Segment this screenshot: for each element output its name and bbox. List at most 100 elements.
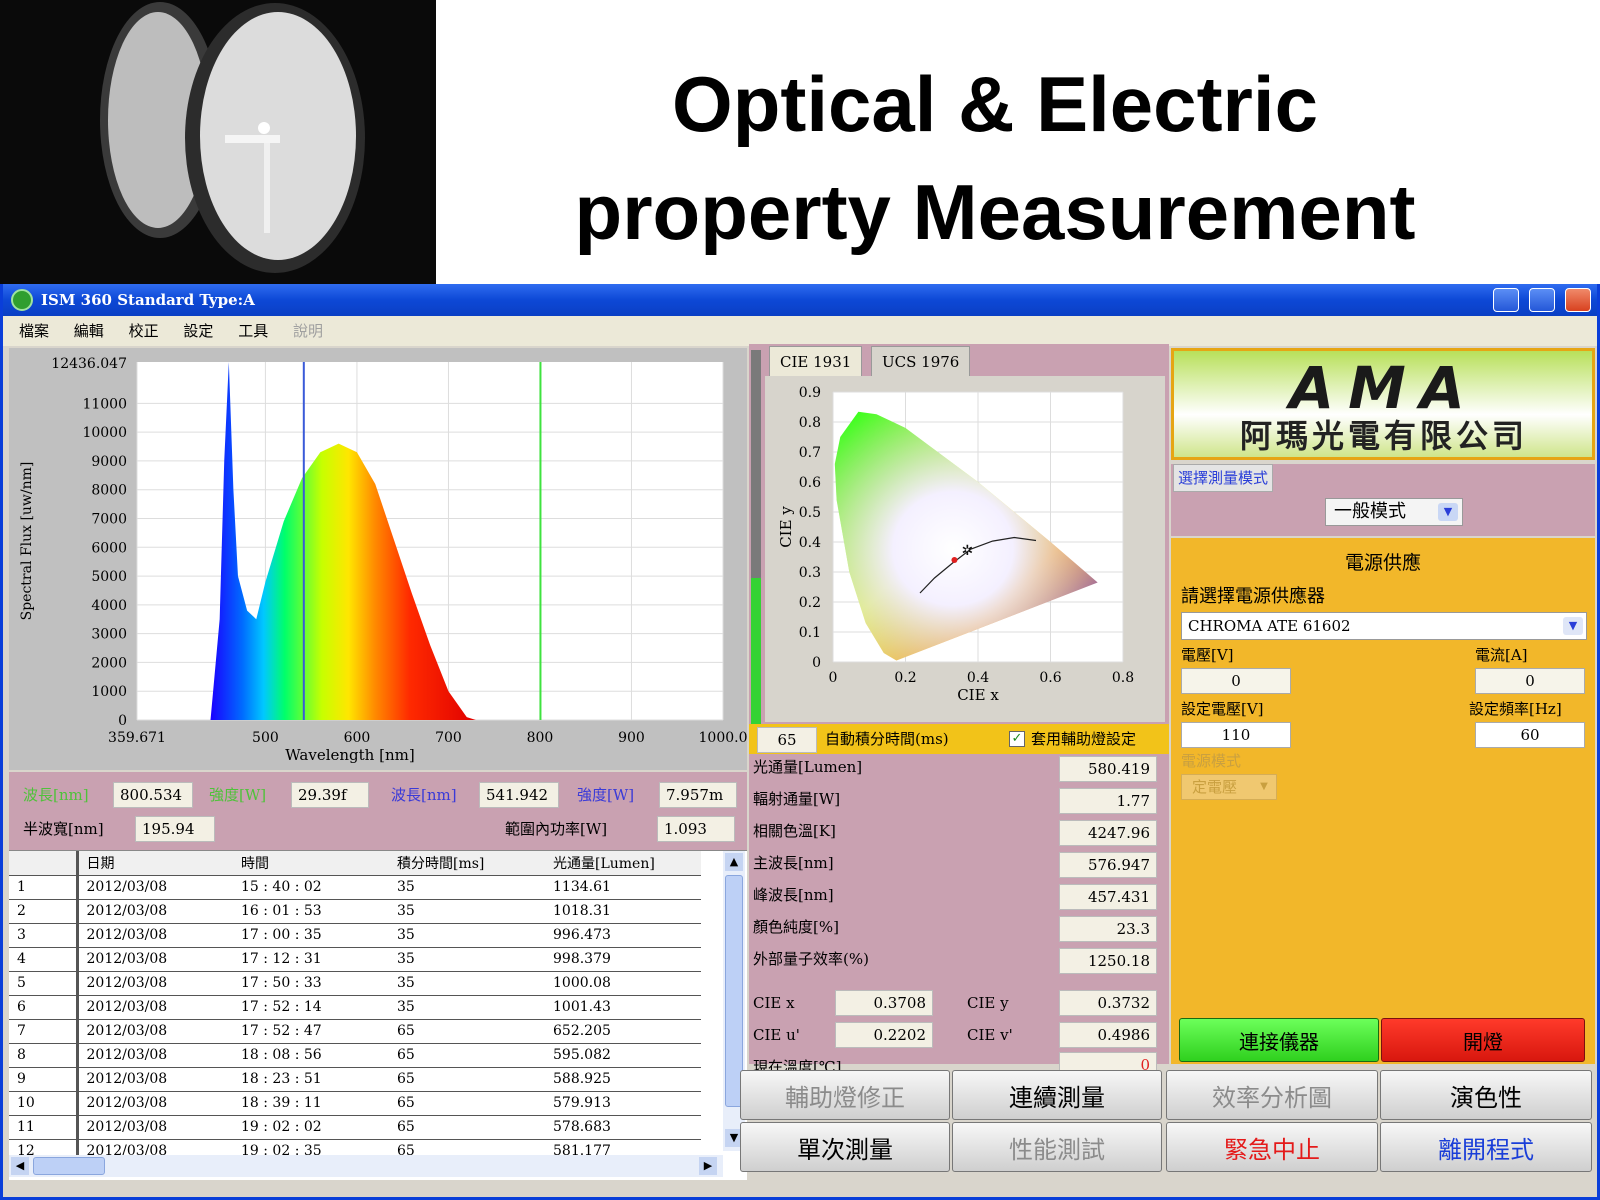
menu-help[interactable]: 說明 xyxy=(293,316,323,346)
cie-panel: CIE 1931 UCS 1976 ✲ 0.9 0.8 0.7 0.6 0.5 … xyxy=(749,344,1169,724)
intensity2-value: 7.957m xyxy=(659,782,737,808)
cie-x-tick-label: 0.2 xyxy=(894,670,916,686)
menu-edit[interactable]: 編輯 xyxy=(74,316,104,346)
table-cell: 35 xyxy=(389,923,545,948)
continuous-measure-button[interactable]: 連續測量 xyxy=(952,1070,1162,1120)
spectrum-x-tick-label: 700 xyxy=(435,730,462,746)
cie-x-value: 0.3708 xyxy=(835,990,933,1016)
company-logo-panel: AMA 阿瑪光電有限公司 xyxy=(1171,348,1595,460)
cie-y-tick-label: 0 xyxy=(812,655,821,671)
emergency-stop-button[interactable]: 緊急中止 xyxy=(1166,1122,1378,1172)
scroll-up-icon[interactable]: ▲ xyxy=(725,853,743,871)
measure-mode-panel: 選擇測量模式 一般模式 ▼ xyxy=(1171,464,1595,536)
measurement-label: 相關色溫[K] xyxy=(753,822,836,840)
spectrum-y-tick-label: 4000 xyxy=(91,598,127,614)
table-cell: 996.473 xyxy=(545,923,701,948)
measurement-value: 580.419 xyxy=(1059,756,1157,782)
wavelength1-value: 800.534 xyxy=(113,782,193,808)
measurement-label: 輻射通量[W] xyxy=(753,790,841,808)
table-cell: 35 xyxy=(389,995,545,1020)
voltage-value: 0 xyxy=(1181,668,1291,694)
maximize-button[interactable] xyxy=(1529,288,1555,312)
table-cell: 2012/03/08 xyxy=(77,899,233,924)
spectrum-chart: 1100010000900080007000600050004000300020… xyxy=(19,356,748,764)
table-header-cell[interactable]: 積分時間[ms] xyxy=(389,851,545,876)
measurement-value: 4247.96 xyxy=(1059,820,1157,846)
cie-y-tick-label: 0.6 xyxy=(799,475,821,491)
table-cell: 17 : 00 : 35 xyxy=(233,923,389,948)
table-header-cell[interactable] xyxy=(9,851,79,876)
chevron-down-icon[interactable]: ▼ xyxy=(1438,503,1458,521)
table-cell: 16 : 01 : 53 xyxy=(233,899,389,924)
spectrum-y-tick-label: 5000 xyxy=(91,569,127,585)
scroll-right-icon[interactable]: ▶ xyxy=(699,1157,717,1175)
spectrum-y-tick-label: 10000 xyxy=(82,425,127,441)
wavelength2-value: 541.942 xyxy=(479,782,559,808)
horizontal-scroll-thumb[interactable] xyxy=(33,1157,105,1175)
readouts-panel: 波長[nm] 800.534 強度[W] 29.39f 波長[nm] 541.9… xyxy=(9,772,747,850)
color-rendering-button[interactable]: 演色性 xyxy=(1380,1070,1592,1120)
table-row[interactable]: 1 2012/03/08 15 : 40 : 02 35 1134.61 xyxy=(9,875,701,900)
table-header-cell[interactable]: 時間 xyxy=(233,851,389,876)
power-mode-select[interactable]: 定電壓 ▼ xyxy=(1181,774,1277,800)
table-row[interactable]: 8 2012/03/08 18 : 08 : 56 65 595.082 xyxy=(9,1043,701,1068)
menu-calibrate[interactable]: 校正 xyxy=(129,316,159,346)
table-row[interactable]: 2 2012/03/08 16 : 01 : 53 35 1018.31 xyxy=(9,899,701,924)
connect-instrument-button[interactable]: 連接儀器 xyxy=(1179,1018,1379,1062)
cie-y-tick-label: 0.7 xyxy=(799,445,821,461)
spectrum-x-tick-label: 1000.0 xyxy=(699,730,748,746)
cie-x-tick-label: 0.8 xyxy=(1112,670,1134,686)
chevron-down-icon: ▼ xyxy=(1260,781,1268,792)
window-titlebar[interactable]: ISM 360 Standard Type:A xyxy=(3,284,1597,316)
cie-u-label: CIE u' xyxy=(753,1026,800,1044)
table-row[interactable]: 6 2012/03/08 17 : 52 : 14 35 1001.43 xyxy=(9,995,701,1020)
set-voltage-input[interactable]: 110 xyxy=(1181,722,1291,748)
table-row[interactable]: 7 2012/03/08 17 : 52 : 47 65 652.205 xyxy=(9,1019,701,1044)
table-row[interactable]: 10 2012/03/08 18 : 39 : 11 65 579.913 xyxy=(9,1091,701,1116)
exit-program-button[interactable]: 離開程式 xyxy=(1380,1122,1592,1172)
efficiency-chart-button[interactable]: 效率分析圖 xyxy=(1166,1070,1378,1120)
auto-integration-row: 65 自動積分時間(ms) ✓ 套用輔助燈設定 xyxy=(749,724,1169,754)
table-row[interactable]: 3 2012/03/08 17 : 00 : 35 35 996.473 xyxy=(9,923,701,948)
tab-cie-1931[interactable]: CIE 1931 xyxy=(769,346,863,376)
scroll-left-icon[interactable]: ◀ xyxy=(11,1157,29,1175)
voltage-label: 電壓[V] xyxy=(1181,646,1234,664)
cie-y-tick-label: 0.8 xyxy=(799,415,821,431)
table-cell: 6 xyxy=(9,995,79,1020)
light-on-button[interactable]: 開燈 xyxy=(1381,1018,1585,1062)
measurement-label: 光通量[Lumen] xyxy=(753,758,863,776)
single-measure-button[interactable]: 單次測量 xyxy=(740,1122,950,1172)
spectrum-y-tick-label: 2000 xyxy=(91,655,127,671)
table-horizontal-scrollbar[interactable]: ◀ ▶ xyxy=(9,1155,723,1177)
table-header-cell[interactable]: 日期 xyxy=(77,851,233,876)
table-row[interactable]: 5 2012/03/08 17 : 50 : 33 35 1000.08 xyxy=(9,971,701,996)
table-cell: 588.925 xyxy=(545,1067,701,1092)
supplier-select[interactable]: CHROMA ATE 61602 ▼ xyxy=(1181,612,1587,640)
table-cell: 1018.31 xyxy=(545,899,701,924)
tab-ucs-1976[interactable]: UCS 1976 xyxy=(871,346,971,376)
table-cell: 35 xyxy=(389,899,545,924)
cie-y-label: CIE y xyxy=(967,994,1009,1012)
table-row[interactable]: 11 2012/03/08 19 : 02 : 02 65 578.683 xyxy=(9,1115,701,1140)
menu-settings[interactable]: 設定 xyxy=(183,316,213,346)
table-cell: 17 : 52 : 14 xyxy=(233,995,389,1020)
aux-light-setting-label: 套用輔助燈設定 xyxy=(1031,730,1137,748)
table-header-cell[interactable]: 光通量[Lumen] xyxy=(545,851,701,876)
integrating-sphere-photo xyxy=(0,0,436,284)
menu-tools[interactable]: 工具 xyxy=(238,316,268,346)
table-cell: 2012/03/08 xyxy=(77,947,233,972)
aux-light-checkbox[interactable]: ✓ xyxy=(1009,731,1025,747)
close-button[interactable] xyxy=(1565,288,1591,312)
performance-test-button[interactable]: 性能測試 xyxy=(952,1122,1162,1172)
set-frequency-input[interactable]: 60 xyxy=(1475,722,1585,748)
minimize-button[interactable] xyxy=(1493,288,1519,312)
table-row[interactable]: 9 2012/03/08 18 : 23 : 51 65 588.925 xyxy=(9,1067,701,1092)
table-cell: 595.082 xyxy=(545,1043,701,1068)
integration-time-input[interactable]: 65 xyxy=(757,727,817,753)
table-cell: 1001.43 xyxy=(545,995,701,1020)
aux-light-correction-button[interactable]: 輔助燈修正 xyxy=(740,1070,950,1120)
chevron-down-icon[interactable]: ▼ xyxy=(1563,617,1583,635)
table-row[interactable]: 4 2012/03/08 17 : 12 : 31 35 998.379 xyxy=(9,947,701,972)
measure-mode-select[interactable]: 一般模式 ▼ xyxy=(1325,498,1463,526)
menu-file[interactable]: 檔案 xyxy=(19,316,49,346)
